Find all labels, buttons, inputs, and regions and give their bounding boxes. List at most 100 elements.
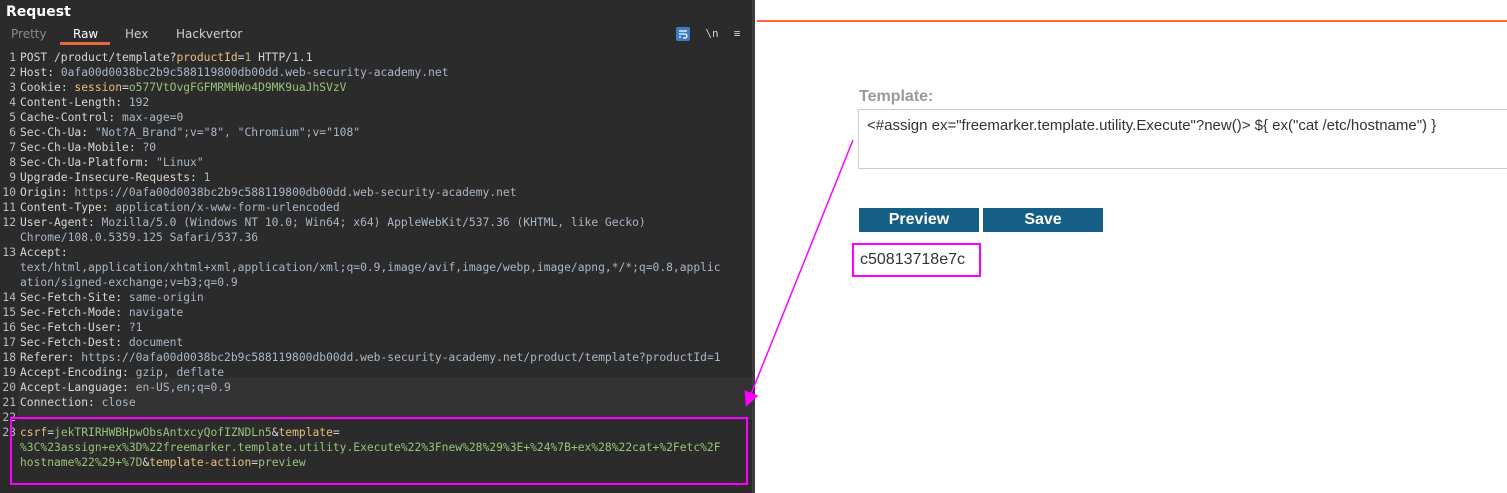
request-token: Content-Length [20,96,116,109]
request-token: : [115,306,129,319]
view-tabs: Pretty Raw Hex Hackvertor [0,25,755,45]
request-token: : [67,351,82,364]
tab-hex[interactable]: Hex [125,27,148,41]
request-token: ?0 [142,141,157,154]
save-button[interactable]: Save [983,208,1103,232]
request-token: : [115,336,129,349]
request-line: POST /product/template?productId=1 HTTP/… [20,51,313,64]
request-token: Referer [20,351,68,364]
request-token: navigate [128,306,184,319]
request-token: Host [20,66,48,79]
request-token: Upgrade-Insecure-Requests [20,171,191,184]
request-token: : [81,126,95,139]
request-token: o577VtOvgFGFMRMHWo4D9MK9uaJhSVzV [128,81,347,94]
request-token: "Not?A_Brand";v="8", "Chromium";v="108" [94,126,361,139]
request-line: Content-Length: 192 [20,96,149,109]
request-token: : [115,96,129,109]
line-number: 11 [2,201,16,214]
request-line: Sec-Ch-Ua: "Not?A_Brand";v="8", "Chromiu… [20,126,360,139]
line-number: 17 [2,336,16,349]
tab-pretty[interactable]: Pretty [11,27,47,41]
request-token: Mozilla/5.0 (Windows NT 10.0; Win64; x64… [101,216,646,229]
request-token: : [60,246,68,259]
request-token: Sec-Fetch-Dest [20,336,116,349]
request-token: User-Agent [20,216,89,229]
request-token: Chrome/108.0.5359.125 Safari/537.36 [20,231,259,244]
request-line: text/html,application/xhtml+xml,applicat… [20,261,721,274]
request-body-highlight [10,417,748,485]
request-token: 192 [128,96,150,109]
request-token: Cookie [20,81,61,94]
preview-result-box: c50813718e7c [852,243,981,277]
request-token: : [122,381,136,394]
request-token: : [190,171,204,184]
request-token: Connection [20,396,89,409]
request-token: : [60,81,75,94]
line-number: 1 [9,51,16,64]
template-value: <#assign ex="freemarker.template.utility… [867,117,1437,134]
request-token: productId [176,51,238,64]
line-number: 21 [2,396,16,409]
request-line: Accept-Language: en-US,en;q=0.9 [20,381,231,394]
template-textarea[interactable]: <#assign ex="freemarker.template.utility… [858,109,1507,169]
request-token: en-US,en;q=0.9 [135,381,231,394]
request-token: : [47,66,61,79]
request-token: gzip, deflate [135,366,225,379]
header-accent-bar [757,20,1507,22]
newline-toggle-icon[interactable]: \n [705,27,719,41]
request-line: Sec-Fetch-Dest: document [20,336,183,349]
panel-divider[interactable] [752,0,755,493]
request-token: Origin [20,186,61,199]
tab-raw[interactable]: Raw [73,27,98,41]
request-line: ation/signed-exchange;v=b3;q=0.9 [20,276,238,289]
request-token: 0afa00d0038bc2b9c588119800db00dd.web-sec… [60,66,449,79]
request-token: : [115,321,129,334]
request-token: = [122,81,129,94]
request-token: : [88,216,102,229]
request-line: Referer: https://0afa00d0038bc2b9c588119… [20,351,721,364]
request-token: Cache-Control [20,111,109,124]
request-line: Origin: https://0afa00d0038bc2b9c5881198… [20,186,517,199]
request-token: Sec-Ch-Ua [20,126,82,139]
tab-hackvertor[interactable]: Hackvertor [176,27,242,41]
panel-title: Request [6,4,71,20]
request-line: Connection: close [20,396,136,409]
preview-button[interactable]: Preview [859,208,979,232]
request-line: Sec-Fetch-Site: same-origin [20,291,204,304]
line-number: 9 [9,171,16,184]
web-page-panel: Template: <#assign ex="freemarker.templa… [757,0,1507,493]
line-number: 20 [2,381,16,394]
line-number: 16 [2,321,16,334]
line-number: 13 [2,246,16,259]
request-line: Content-Type: application/x-www-form-url… [20,201,340,214]
request-token: POST /product/template? [20,51,177,64]
request-token: : [122,366,136,379]
request-line: Cookie: session=o577VtOvgFGFMRMHWo4D9MK9… [20,81,347,94]
active-tab-indicator [60,42,110,45]
request-token: Sec-Fetch-Mode [20,306,116,319]
request-token: : [60,186,75,199]
line-number: 8 [9,156,16,169]
request-line: Sec-Fetch-User: ?1 [20,321,142,334]
line-number: 15 [2,306,16,319]
request-token: Accept [20,246,61,259]
request-token: same-origin [128,291,204,304]
line-number: 12 [2,216,16,229]
request-line: Cache-Control: max-age=0 [20,111,183,124]
request-line: User-Agent: Mozilla/5.0 (Windows NT 10.0… [20,216,646,229]
line-number: 18 [2,351,16,364]
menu-icon[interactable]: ≡ [730,27,744,41]
request-token: https://0afa00d0038bc2b9c588119800db00dd… [74,186,517,199]
request-token: https://0afa00d0038bc2b9c588119800db00dd… [81,351,721,364]
wrap-text-icon[interactable] [676,27,690,41]
request-line: Upgrade-Insecure-Requests: 1 [20,171,210,184]
request-line: Host: 0afa00d0038bc2b9c588119800db00dd.w… [20,66,449,79]
request-token: : [88,396,102,409]
request-line: Accept: [20,246,68,259]
request-token: 1 [203,171,211,184]
line-number: 7 [9,141,16,154]
line-number: 14 [2,291,16,304]
line-number: 5 [9,111,16,124]
line-number: 19 [2,366,16,379]
request-token: text/html,application/xhtml+xml,applicat… [20,261,721,274]
